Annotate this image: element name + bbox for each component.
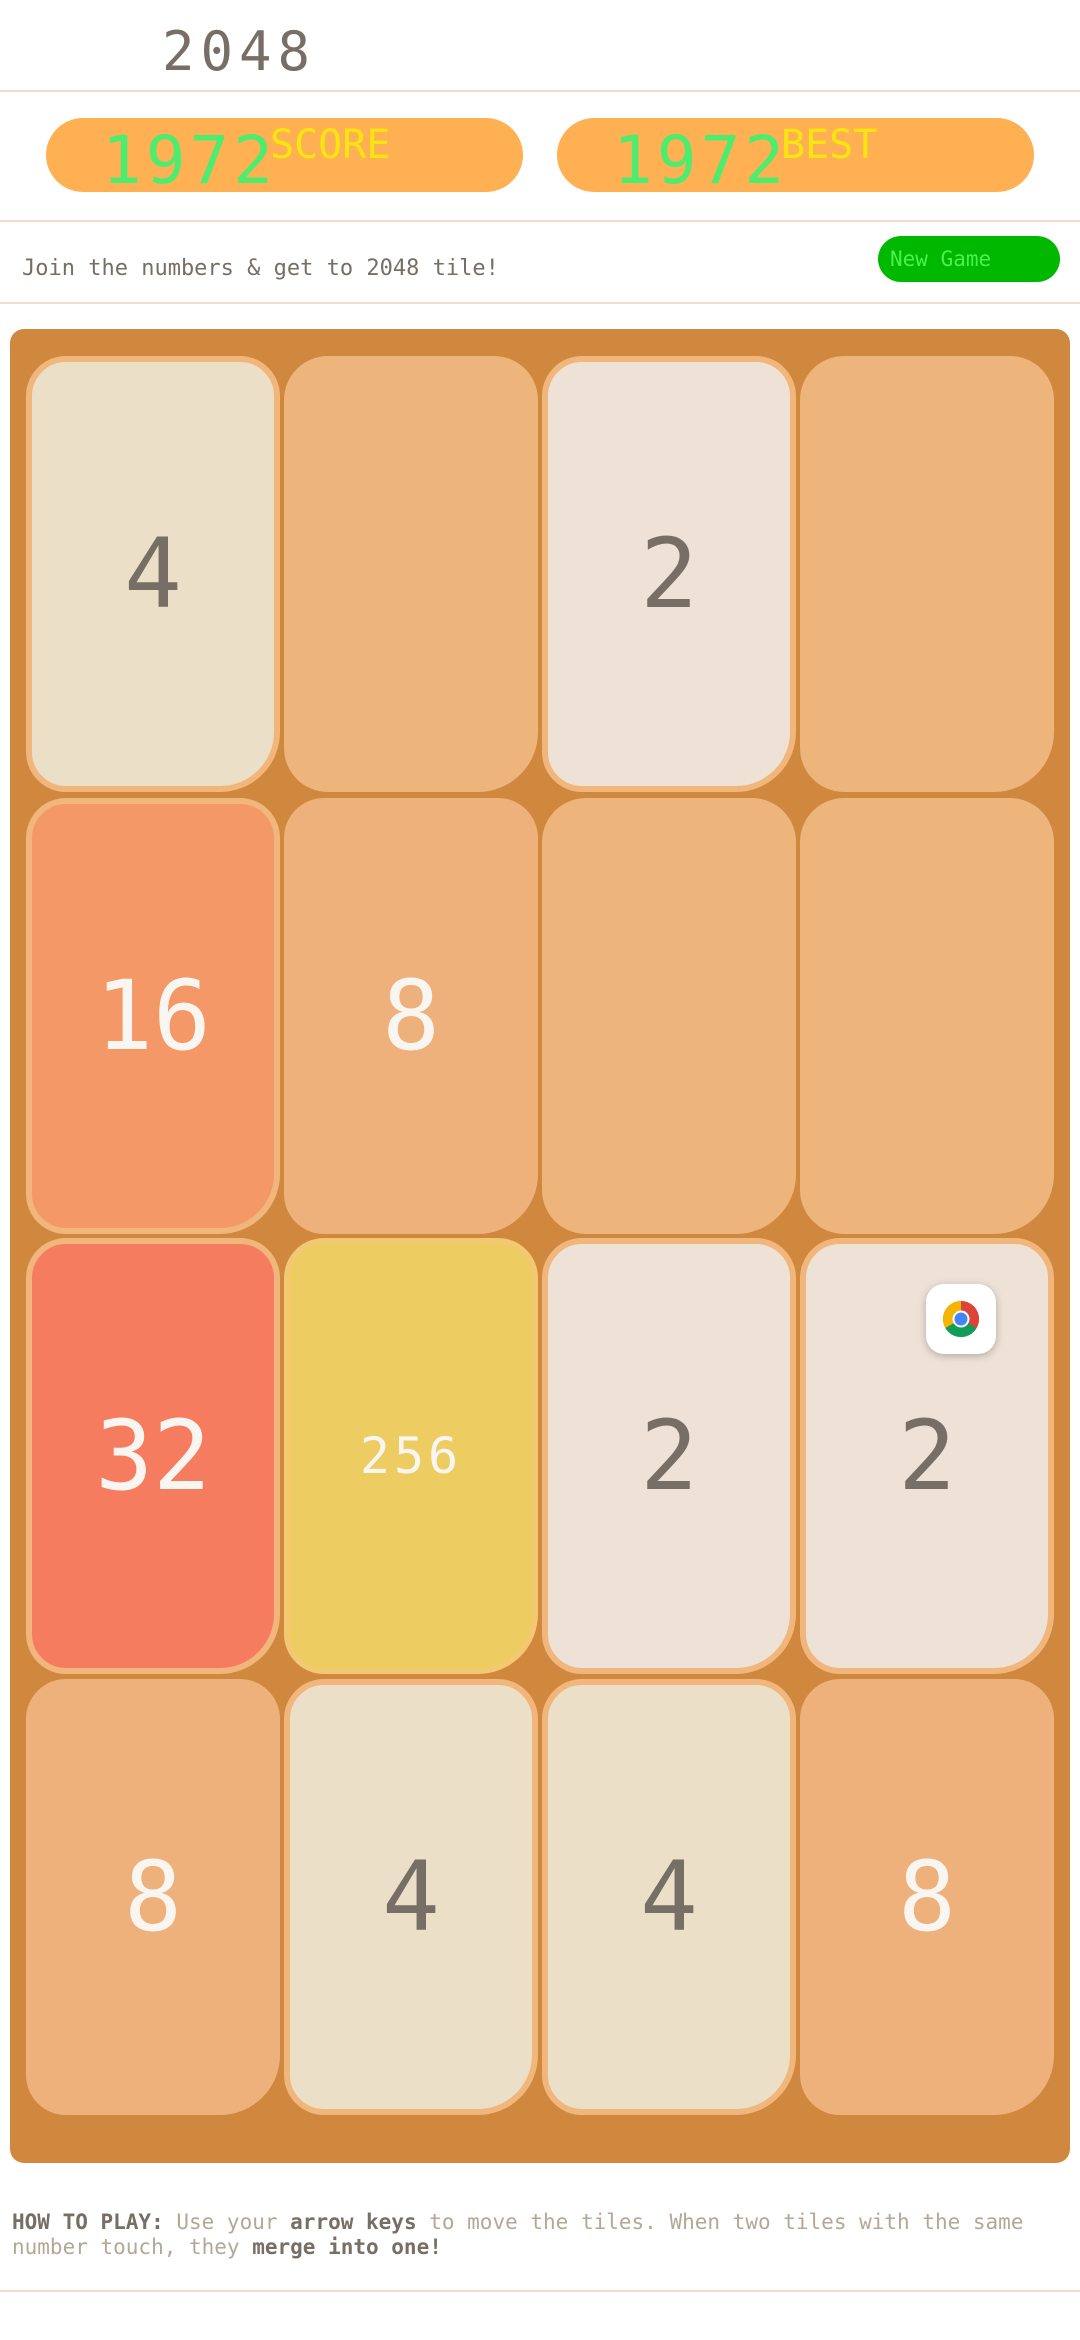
divider (0, 2290, 1080, 2292)
intro-text: Join the numbers & get to 2048 tile! (22, 256, 499, 281)
divider (0, 220, 1080, 222)
howto-emphasis: arrow keys (290, 2210, 417, 2234)
game-board[interactable]: 4 2 16 8 32 256 2 2 8 4 4 8 (10, 329, 1070, 2163)
page-title: 2048 (162, 20, 317, 83)
new-game-button[interactable]: New Game (878, 236, 1060, 282)
tile: 2 (542, 1238, 796, 1674)
divider (0, 302, 1080, 304)
divider (0, 90, 1080, 92)
empty-cell (542, 798, 796, 1234)
chrome-icon[interactable] (926, 1284, 996, 1354)
empty-cell (800, 798, 1054, 1234)
tile: 4 (542, 1679, 796, 2115)
howto-text: Use your (163, 2210, 291, 2234)
empty-cell (284, 356, 538, 792)
tile: 16 (26, 798, 280, 1234)
tile: 8 (800, 1679, 1054, 2115)
tile: 8 (284, 798, 538, 1234)
best-value: 1972 (613, 122, 788, 199)
howto-emphasis: merge into one! (252, 2235, 442, 2259)
chrome-logo-icon (942, 1301, 980, 1338)
tile: 8 (26, 1679, 280, 2115)
tile: 32 (26, 1238, 280, 1674)
how-to-play: HOW TO PLAY: Use your arrow keys to move… (12, 2210, 1062, 2260)
best-label: BEST (781, 122, 878, 168)
best-box: 1972 BEST (557, 118, 1034, 199)
tile: 4 (26, 356, 280, 792)
score-label: SCORE (270, 122, 391, 168)
score-box: 1972 SCORE (46, 118, 523, 199)
tile: 2 (542, 356, 796, 792)
game-page: 2048 1972 SCORE 1972 BEST Join the numbe… (0, 0, 1080, 2340)
howto-heading: HOW TO PLAY: (12, 2210, 164, 2234)
score-value: 1972 (102, 122, 277, 199)
tile: 256 (284, 1238, 538, 1674)
tile: 4 (284, 1679, 538, 2115)
empty-cell (800, 356, 1054, 792)
